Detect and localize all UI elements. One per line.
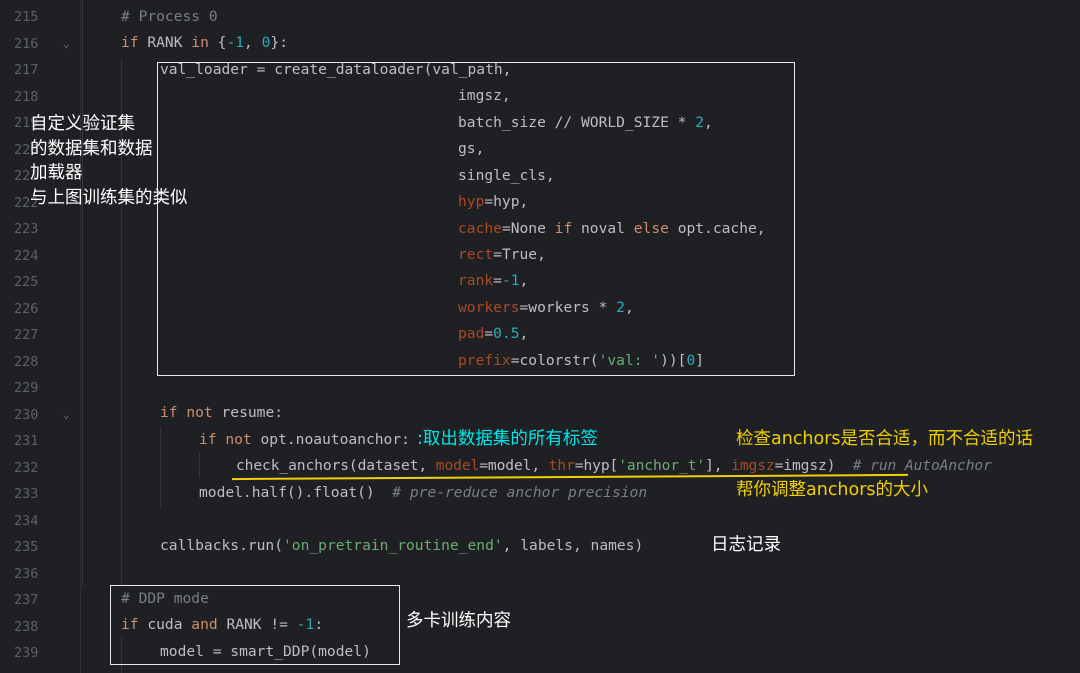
comment: # run AutoAnchor xyxy=(835,457,992,474)
line-number: 218 xyxy=(14,88,39,105)
code-line-233[interactable]: model.half().float() # pre-reduce anchor… xyxy=(199,480,647,506)
code-text: =hyp[ xyxy=(574,457,619,474)
line-number: 216 xyxy=(14,35,39,52)
fold-chevron-icon[interactable]: ⌄ xyxy=(63,31,70,57)
line-number: 236 xyxy=(14,565,39,582)
line-number: 226 xyxy=(14,300,39,317)
code-text: resume: xyxy=(212,404,284,421)
line-number: 237 xyxy=(14,592,39,608)
code-line-216[interactable]: if RANK in {-1, 0}: xyxy=(121,30,288,56)
line-number: 215 xyxy=(14,9,39,25)
code-line-235[interactable]: callbacks.run('on_pretrain_routine_end',… xyxy=(160,533,643,559)
code-text: , xyxy=(244,34,262,51)
code-text: ], xyxy=(705,457,732,474)
indent-guide xyxy=(82,0,83,586)
code-text: opt.noautoanchor: xyxy=(251,431,410,448)
keyword: if xyxy=(199,431,217,448)
dataloader-highlight-box xyxy=(157,62,795,376)
code-line-231[interactable]: if not opt.noautoanchor: xyxy=(199,427,410,453)
comment: # pre-reduce anchor precision xyxy=(374,484,648,501)
line-number: 233 xyxy=(14,486,39,502)
line-number: 231 xyxy=(14,433,39,449)
code-text: =model, xyxy=(479,457,549,474)
indent-guide xyxy=(199,452,200,478)
param-name: model xyxy=(435,457,480,474)
code-text: model.half().float() xyxy=(199,484,375,501)
line-number: 230 xyxy=(14,406,39,423)
line-number: 224 xyxy=(14,247,39,264)
keyword: in xyxy=(191,34,209,51)
code-text: check_anchors(dataset, xyxy=(236,457,436,474)
string: 'anchor_t' xyxy=(618,457,706,474)
code-line-215[interactable]: # Process 0 xyxy=(121,4,218,30)
code-text: { xyxy=(208,34,227,51)
code-text: , labels, names) xyxy=(502,537,644,554)
indent-guide xyxy=(160,427,161,507)
keyword: not xyxy=(177,404,213,421)
line-number: 217 xyxy=(14,62,39,78)
keyword: not xyxy=(216,431,252,448)
line-number: 234 xyxy=(14,512,39,529)
fold-chevron-icon[interactable]: ⌄ xyxy=(63,402,70,428)
line-number-gutter: 215 216 ⌄ 217 218 219 220 221 222 223 224 225 226 227… xyxy=(0,0,81,673)
line-number: 227 xyxy=(14,327,39,343)
line-number: 238 xyxy=(14,618,39,635)
code-text: callbacks.run( xyxy=(160,537,284,554)
code-text: =imgsz) xyxy=(774,457,836,474)
line-number: 225 xyxy=(14,274,39,290)
line-number: 229 xyxy=(14,380,39,396)
code-text: RANK xyxy=(138,34,192,51)
ddp-highlight-box xyxy=(110,585,400,665)
labels-note: :取出数据集的所有标签 xyxy=(417,429,598,449)
line-number: 235 xyxy=(14,539,39,555)
dataloader-note: 自定义验证集 的数据集和数据 加载器 与上图训练集的类似 xyxy=(30,114,188,208)
anchors-note-2: 帮你调整anchors的大小 xyxy=(736,480,929,500)
ddp-note: 多卡训练内容 xyxy=(406,611,511,631)
line-number: 223 xyxy=(14,221,39,237)
log-note: 日志记录 xyxy=(711,535,781,555)
param-name: imgsz xyxy=(731,457,775,474)
number: -1 xyxy=(226,34,245,51)
param-name: thr xyxy=(548,457,575,474)
code-line-230[interactable]: if not resume: xyxy=(160,400,283,426)
keyword: if xyxy=(160,404,178,421)
code-text: }: xyxy=(270,34,288,51)
string: 'on_pretrain_routine_end' xyxy=(283,537,503,554)
keyword: if xyxy=(121,34,139,51)
line-number: 239 xyxy=(14,645,39,661)
line-number: 232 xyxy=(14,459,39,476)
comment: # Process 0 xyxy=(121,8,218,25)
anchors-note-1: 检查anchors是否合适，而不合适的话 xyxy=(736,429,1034,449)
line-number: 228 xyxy=(14,353,39,370)
